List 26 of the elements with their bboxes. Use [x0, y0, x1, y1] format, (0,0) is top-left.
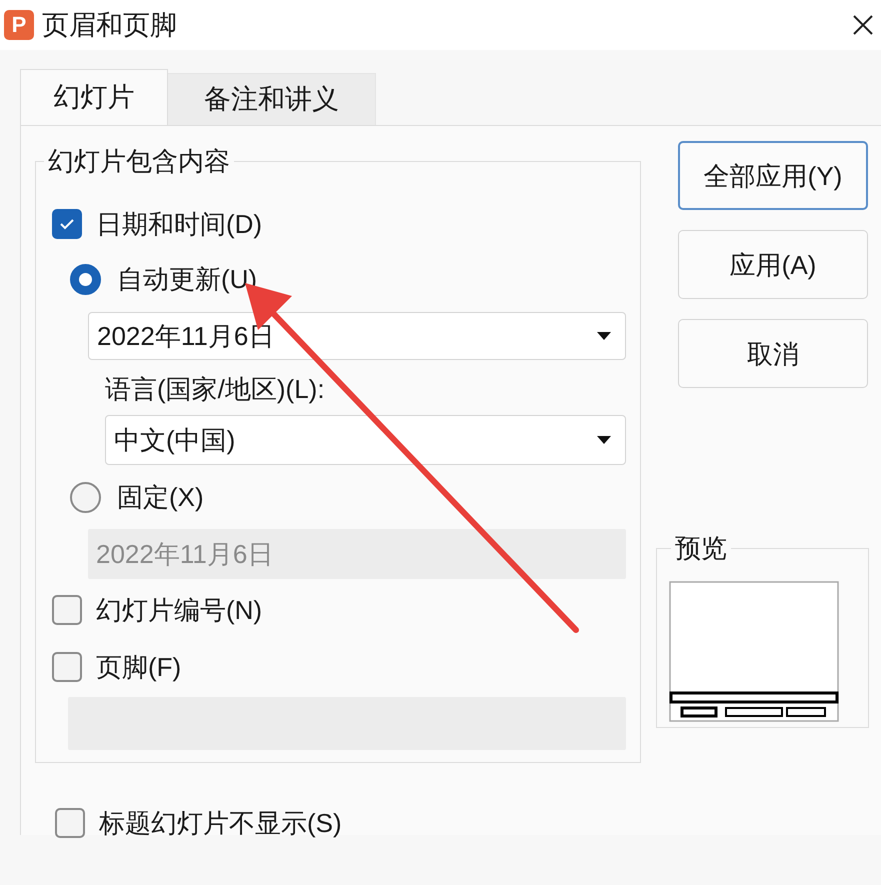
button[interactable]: 应用(A): [678, 230, 868, 299]
window-title: 页眉和页脚: [42, 12, 177, 38]
field-label: 语言(国家/地区)(L):: [105, 376, 325, 402]
tab[interactable]: 幻灯片: [20, 69, 168, 125]
dropdown-value: 中文(中国): [114, 427, 236, 453]
close-icon[interactable]: [851, 13, 875, 37]
radio-button[interactable]: [70, 482, 101, 512]
checkbox[interactable]: [52, 209, 82, 239]
button[interactable]: 取消: [678, 319, 868, 388]
radio-button[interactable]: [70, 264, 101, 294]
tab[interactable]: 备注和讲义: [168, 73, 376, 125]
radio-label: 固定(X): [117, 484, 204, 510]
dropdown[interactable]: 中文(中国): [105, 415, 626, 465]
checkbox-label: 日期和时间(D): [96, 211, 262, 237]
dropdown[interactable]: 2022年11月6日: [88, 312, 626, 360]
checkbox[interactable]: [55, 808, 85, 838]
checkbox[interactable]: [52, 652, 82, 682]
caret-icon: [597, 436, 611, 444]
checkbox[interactable]: [52, 595, 82, 625]
checkbox-label: 标题幻灯片不显示(S): [99, 810, 342, 836]
checkbox-label: 页脚(F): [96, 654, 182, 680]
app-icon: P: [4, 10, 34, 40]
dropdown-value: 2022年11月6日: [97, 323, 276, 349]
checkbox-label: 幻灯片编号(N): [96, 597, 262, 623]
caret-icon: [597, 332, 611, 340]
button[interactable]: 全部应用(Y): [678, 141, 868, 210]
